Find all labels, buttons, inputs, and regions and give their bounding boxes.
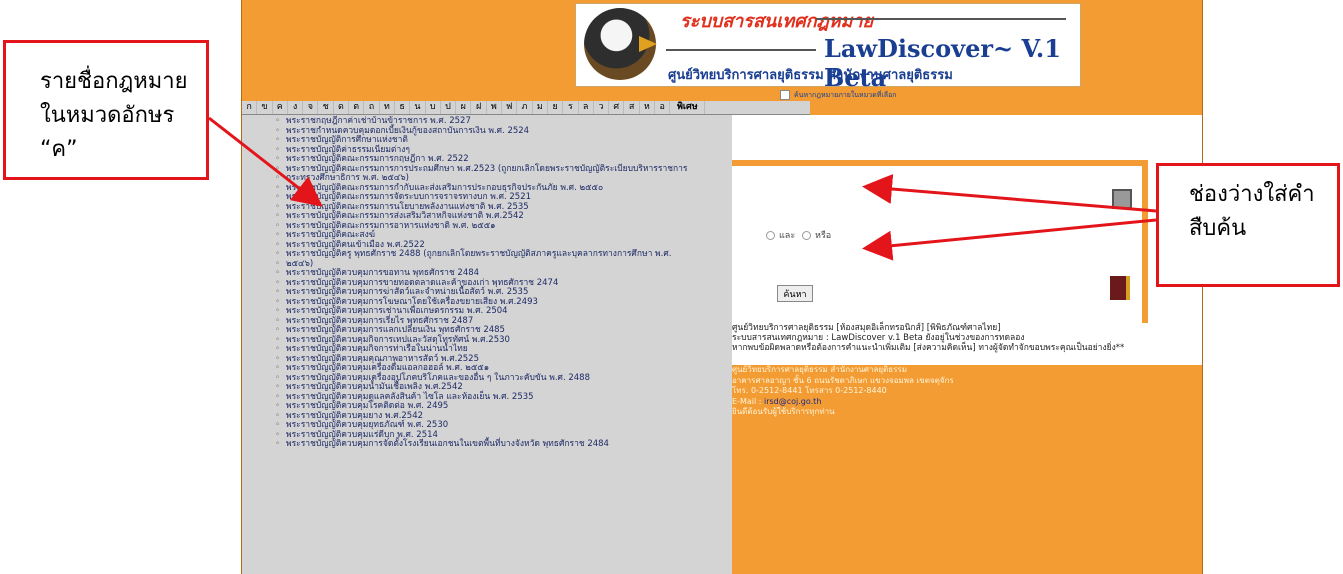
letter-tab[interactable]: ภ [517, 101, 533, 114]
law-list-panel: พระราชกฤษฎีกาค่าเช่าบ้านข้าราชการ พ.ศ. 2… [242, 115, 732, 574]
letter-tab[interactable]: ล [579, 101, 594, 114]
footer-info: ศูนย์วิทยบริการศาลยุติธรรม [ห้องสมุดอิเล… [732, 323, 1202, 365]
computer-icon [1112, 189, 1132, 209]
alphabet-nav: กขคงจชดตถทธนบปผฝพฟภมยรลวศสหอพิเศษ [242, 101, 810, 115]
or-label: หรือ [815, 231, 832, 241]
eagle-logo-icon [584, 8, 657, 80]
letter-tab[interactable]: ก [242, 101, 258, 114]
banner-subtitle: ศูนย์วิทยบริการศาลยุติธรรม สำนักงานศาลยุ… [668, 68, 953, 83]
letter-tab[interactable]: ด [334, 101, 350, 114]
footer-line: ระบบสารสนเทศกฎหมาย : LawDiscover v.1 Bet… [732, 333, 1025, 343]
law-list: พระราชกฤษฎีกาค่าเช่าบ้านข้าราชการ พ.ศ. 2… [242, 115, 732, 450]
annotation-law-list: รายชื่อกฎหมาย ในหมวดอักษร “ค” [3, 40, 209, 180]
law-list-item[interactable]: พระราชบัญญัติครู พุทธศักราช 2488 (ถูกยกเ… [242, 249, 732, 260]
search-button[interactable]: ค้นหา [777, 285, 813, 302]
email-label: E-Mail : [732, 396, 762, 406]
email-line: E-Mail : irsd@coj.go.th [732, 397, 954, 408]
letter-tab-special[interactable]: พิเศษ [670, 101, 706, 114]
phone-line: โทร. 0-2512-8441 โทรสาร 0-2512-8440 [732, 386, 887, 395]
letter-tab[interactable]: จ [303, 101, 319, 114]
checkbox-label: ค้นหากฎหมายภายในหมวดที่เลือก [794, 91, 897, 99]
letter-tab[interactable]: ค [273, 101, 288, 114]
search-operator: และ หรือ [762, 228, 831, 242]
annotation-text: รายชื่อกฎหมาย [40, 69, 188, 94]
and-label: และ [779, 231, 796, 241]
letter-tab[interactable]: บ [426, 101, 441, 114]
or-radio[interactable] [802, 231, 812, 240]
banner-divider [666, 49, 816, 51]
letter-tab[interactable]: ร [563, 101, 579, 114]
letter-tab[interactable]: อ [655, 101, 671, 114]
footer-line: ศูนย์วิทยบริการศาลยุติธรรม [ห้องสมุดอิเล… [732, 323, 1001, 333]
letter-tab[interactable]: ย [548, 101, 564, 114]
search-form: และ หรือ ค้นหา [732, 160, 1148, 332]
annotation-text: “ค” [40, 137, 78, 162]
annotation-text: สืบค้น [1189, 216, 1247, 241]
law-list-item[interactable]: พระราชบัญญัติควบคุมการจัดตั้งโรงเรียนเอก… [242, 439, 732, 450]
letter-tab[interactable]: ข [257, 101, 273, 114]
annotation-text: ช่องว่างใส่คำ [1189, 182, 1315, 207]
banner-divider [816, 18, 1066, 20]
letter-tab[interactable]: ง [288, 101, 304, 114]
footer-line: หากพบข้อผิดพลาดหรือต้องการคำแนะนำเพิ่มเต… [732, 343, 1125, 353]
banner-top-text: ระบบสารสนเทศกฎหมาย [680, 11, 874, 32]
letter-tab[interactable]: ช [318, 101, 334, 114]
letter-tab[interactable]: ป [441, 101, 457, 114]
email-link[interactable]: irsd@coj.go.th [764, 397, 821, 406]
site-banner: ระบบสารสนเทศกฎหมาย LawDiscover~ V.1 Beta… [575, 3, 1081, 92]
search-input-1[interactable] [754, 186, 878, 200]
and-radio[interactable] [766, 231, 775, 240]
address-line: อาคารศาลอาญา ชั้น 6 ถนนรัชดาภิเษก แขวงจอ… [732, 375, 954, 385]
letter-tab[interactable]: ฝ [471, 101, 487, 114]
letter-tab[interactable]: ถ [364, 101, 380, 114]
annotation-search-fields: ช่องว่างใส่คำ สืบค้น [1156, 163, 1340, 287]
letter-tab[interactable]: ฟ [502, 101, 518, 114]
letter-tab[interactable]: น [410, 101, 426, 114]
annotation-text: ในหมวดอักษร [40, 103, 175, 128]
letter-tab[interactable]: ต [349, 101, 365, 114]
checkbox-icon[interactable] [780, 90, 790, 100]
book-icon [1110, 276, 1130, 300]
letter-tab[interactable]: ห [640, 101, 656, 114]
letter-tab[interactable]: ธ [395, 101, 411, 114]
browser-screenshot: ระบบสารสนเทศกฎหมาย LawDiscover~ V.1 Beta… [241, 0, 1203, 574]
letter-tab[interactable]: พ [487, 101, 503, 114]
footer-address: ศูนย์วิทยบริการศาลยุติธรรม สำนักงานศาลยุ… [732, 365, 954, 418]
letter-tab[interactable]: ส [624, 101, 640, 114]
search-input-2[interactable] [754, 248, 878, 262]
footer-note: ยินดีต้อนรับผู้ใช้บริการทุกท่าน [732, 407, 835, 416]
letter-tab[interactable]: ผ [456, 101, 472, 114]
letter-tab[interactable]: ม [533, 101, 548, 114]
letter-tab[interactable]: ท [380, 101, 395, 114]
category-search-checkbox[interactable]: ค้นหากฎหมายภายในหมวดที่เลือก [780, 90, 897, 101]
letter-tab[interactable]: ศ [609, 101, 625, 114]
address-line: ศูนย์วิทยบริการศาลยุติธรรม สำนักงานศาลยุ… [732, 365, 908, 374]
letter-tab[interactable]: ว [594, 101, 610, 114]
